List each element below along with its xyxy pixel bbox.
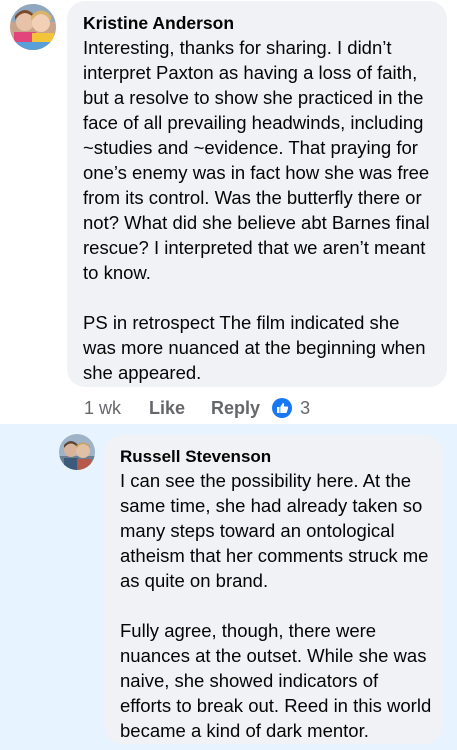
- comment-author-name[interactable]: Kristine Anderson: [83, 12, 431, 34]
- comment-bubble: Kristine Anderson Interesting, thanks fo…: [67, 1, 447, 387]
- reply-author-name[interactable]: Russell Stevenson: [120, 446, 433, 468]
- reply-button[interactable]: Reply: [211, 398, 260, 419]
- avatar-russell-stevenson[interactable]: [59, 434, 95, 470]
- reply-bubble: Russell Stevenson I can see the possibil…: [104, 435, 443, 744]
- like-button[interactable]: Like: [149, 398, 185, 419]
- comment-text-paragraph-1: Interesting, thanks for sharing. I didn’…: [83, 37, 430, 283]
- profile-photo: [59, 434, 95, 470]
- reaction-summary[interactable]: 3: [272, 398, 310, 419]
- reaction-count: 3: [300, 397, 311, 418]
- comment-timestamp[interactable]: 1 wk: [84, 398, 121, 419]
- avatar-kristine-anderson[interactable]: [10, 4, 56, 50]
- reply-text-paragraph-2: Fully agree, though, there were nuances …: [120, 620, 432, 741]
- reply-text-paragraph-1: I can see the possibility here. At the s…: [120, 470, 429, 591]
- like-icon: [272, 398, 293, 418]
- profile-photo: [10, 4, 56, 50]
- comment-actions: 1 wk Like Reply 3: [84, 396, 310, 420]
- comment-text-paragraph-2: PS in retrospect The film indicated she …: [83, 312, 426, 383]
